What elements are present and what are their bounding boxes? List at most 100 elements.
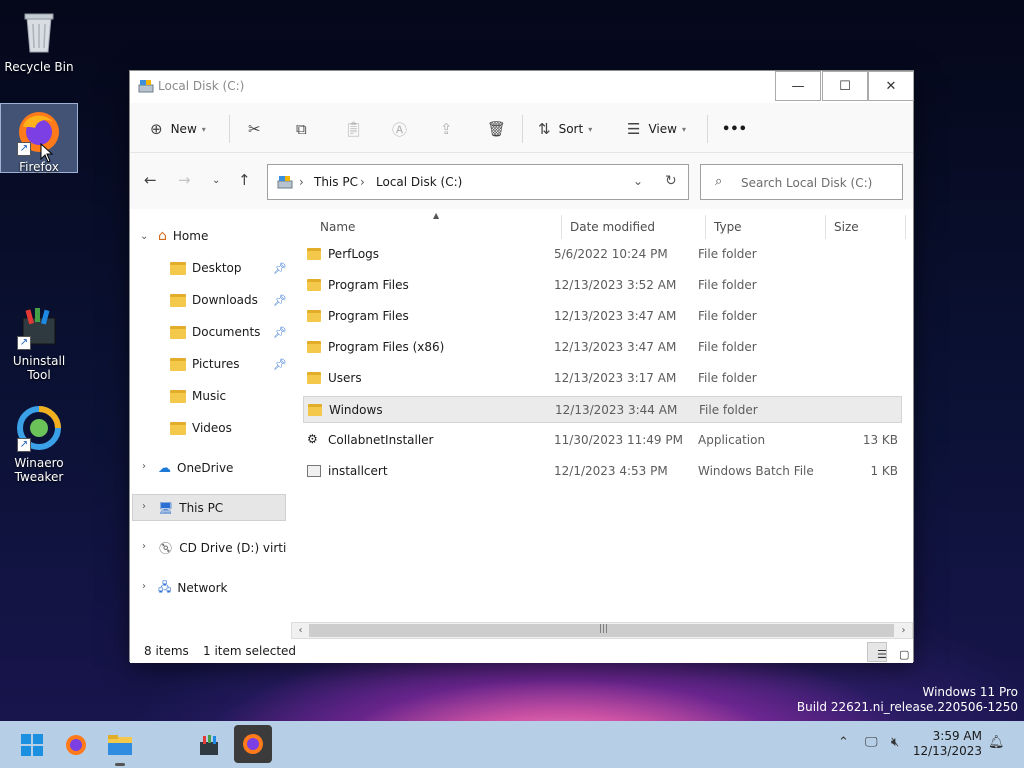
nav-item-network[interactable]: 🖧 Network <box>158 575 228 601</box>
large-icons-view-button[interactable]: ▢ <box>889 642 909 662</box>
nav-item-music[interactable]: Music <box>170 383 226 409</box>
file-name: Program Files <box>328 278 409 292</box>
arrow-right-icon: → <box>178 171 191 189</box>
column-header-size[interactable]: Size <box>826 215 906 239</box>
desktop-icon-firefox[interactable]: ↗ Firefox <box>0 103 78 174</box>
mouse-cursor-icon <box>40 143 54 163</box>
rename-button[interactable]: Ⓐ <box>392 118 407 140</box>
network-icon: 🖧 <box>158 579 172 594</box>
chevron-down-icon[interactable]: ⌄ <box>140 231 148 242</box>
maximize-button[interactable]: ☐ <box>822 71 868 101</box>
scroll-left-icon[interactable]: ‹ <box>292 623 309 638</box>
folder-icon <box>307 279 321 291</box>
forward-button[interactable]: → <box>178 171 191 189</box>
column-header-name[interactable]: Name <box>312 215 562 239</box>
arrow-left-icon: ← <box>144 171 157 189</box>
file-row[interactable]: Program Files 12/13/2023 3:52 AM File fo… <box>303 272 902 299</box>
drive-icon <box>277 176 293 189</box>
start-button[interactable] <box>16 729 48 761</box>
view-button[interactable]: ☰ View ▾ <box>627 118 686 140</box>
nav-item-documents[interactable]: Documents <box>170 319 260 345</box>
chevron-right-icon[interactable]: › <box>142 581 146 592</box>
file-type: File folder <box>698 278 757 292</box>
chevron-right-icon[interactable]: › <box>142 501 146 512</box>
nav-item-label: CD Drive (D:) virtio- <box>179 541 286 555</box>
file-row[interactable]: installcert 12/1/2023 4:53 PM Windows Ba… <box>303 458 902 485</box>
show-hidden-icons-chevron-up-icon[interactable]: ⌃ <box>838 735 849 750</box>
nav-item-downloads[interactable]: Downloads <box>170 287 258 313</box>
file-row[interactable]: Program Files (x86) 12/13/2023 3:47 AM F… <box>303 334 902 361</box>
volume-muted-icon[interactable]: 🔇︎ <box>891 735 899 750</box>
copy-button[interactable]: ⧉ <box>296 118 307 140</box>
file-row[interactable]: Users 12/13/2023 3:17 AM File folder <box>303 365 902 392</box>
taskbar-file-explorer[interactable] <box>104 729 136 761</box>
up-button[interactable]: ↑ <box>238 171 251 189</box>
file-date: 11/30/2023 11:49 PM <box>554 433 683 447</box>
status-bar: 8 items 1 item selected ☰ ▢ <box>130 641 913 663</box>
file-name: Windows <box>329 403 383 417</box>
desktop-icon-recycle-bin[interactable]: Recycle Bin <box>0 4 78 74</box>
title-bar[interactable]: Local Disk (C:) — ☐ ✕ <box>130 71 914 103</box>
scrollbar-thumb[interactable]: ||| <box>309 624 894 637</box>
cut-button[interactable]: ✂ <box>248 118 261 140</box>
taskbar-firefox-active[interactable] <box>234 725 272 763</box>
nav-item-home[interactable]: ⌂ Home <box>158 223 208 249</box>
delete-button[interactable]: 🗑︎ <box>487 118 506 140</box>
watermark-edition: Windows 11 Pro <box>922 685 1018 699</box>
view-button-label: View <box>648 122 677 136</box>
nav-item-videos[interactable]: Videos <box>170 415 232 441</box>
nav-item-onedrive[interactable]: ☁ OneDrive <box>158 455 233 481</box>
nav-item-pictures[interactable]: Pictures <box>170 351 240 377</box>
taskbar-firefox[interactable] <box>60 729 92 761</box>
file-row[interactable]: Program Files 12/13/2023 3:47 AM File fo… <box>303 303 902 330</box>
breadcrumb-local-disk[interactable]: Local Disk (C:) <box>376 175 462 189</box>
recent-locations-button[interactable]: ⌄ <box>212 175 220 186</box>
scroll-right-icon[interactable]: › <box>895 623 912 638</box>
column-header-type[interactable]: Type <box>706 215 826 239</box>
firefox-icon <box>66 735 86 755</box>
column-header-date[interactable]: Date modified <box>562 215 706 239</box>
system-clock[interactable]: 3:59 AM 12/13/2023 <box>913 729 982 759</box>
nav-item-label: Music <box>192 389 227 403</box>
search-input[interactable]: ⌕ Search Local Disk (C:) <box>700 164 903 200</box>
new-button[interactable]: ⊕ New ▾ <box>150 118 206 140</box>
address-dropdown-icon[interactable]: ⌄ <box>633 174 643 188</box>
batch-file-icon <box>307 465 321 477</box>
file-date: 12/13/2023 3:17 AM <box>554 371 677 385</box>
file-row-selected[interactable]: Windows 12/13/2023 3:44 AM File folder <box>303 396 902 423</box>
taskbar-uninstall-tool[interactable] <box>193 729 225 761</box>
desktop-icon-winaero-tweaker[interactable]: ↗ Winaero Tweaker <box>0 400 78 484</box>
back-button[interactable]: ← <box>144 171 157 189</box>
chevron-right-icon[interactable]: › <box>142 541 146 552</box>
details-view-button[interactable]: ☰ <box>867 642 887 662</box>
network-status-icon[interactable]: 🖵︎ <box>865 735 878 750</box>
shortcut-arrow-icon: ↗ <box>17 142 31 156</box>
chevron-right-icon[interactable]: › <box>142 461 146 472</box>
search-placeholder: Search Local Disk (C:) <box>741 176 873 190</box>
breadcrumb-this-pc[interactable]: This PC <box>314 175 358 189</box>
nav-item-desktop[interactable]: Desktop <box>170 255 242 281</box>
notification-icon[interactable]: 🔔︎ <box>988 735 1005 750</box>
music-folder-icon <box>170 389 186 403</box>
taskbar: ⌃ 🖵︎ 🔇︎ 3:59 AM 12/13/2023 🔔︎ <box>0 721 1024 768</box>
file-type: Application <box>698 433 766 447</box>
close-button[interactable]: ✕ <box>868 71 914 101</box>
nav-item-cd-drive[interactable]: 💿︎ CD Drive (D:) virtio- <box>158 535 286 561</box>
winaero-tweaker-icon: ↗ <box>15 404 63 452</box>
paste-button[interactable]: 📋︎ <box>344 118 363 140</box>
uninstall-tool-icon: ↗ <box>15 302 63 350</box>
refresh-icon[interactable]: ↻ <box>665 173 677 189</box>
watermark-build: Build 22621.ni_release.220506-1250 <box>796 700 1018 714</box>
file-row[interactable]: PerfLogs 5/6/2022 10:24 PM File folder <box>303 241 902 268</box>
share-button[interactable]: ⇪ <box>440 118 453 140</box>
separator <box>229 115 230 143</box>
more-options-button[interactable]: ••• <box>722 118 747 140</box>
file-row[interactable]: ⚙ CollabnetInstaller 11/30/2023 11:49 PM… <box>303 427 902 454</box>
uninstall-tool-icon <box>200 735 218 755</box>
horizontal-scrollbar[interactable]: ‹ ||| › <box>291 622 913 639</box>
minimize-button[interactable]: — <box>775 71 821 101</box>
sort-button[interactable]: ⇅ Sort ▾ <box>538 118 592 140</box>
nav-item-this-pc[interactable]: 🖥︎ This PC <box>158 495 223 521</box>
address-bar[interactable]: › This PC › Local Disk (C:) ⌄ ↻ <box>267 164 689 200</box>
desktop-icon-uninstall-tool[interactable]: ↗ Uninstall Tool <box>0 298 78 382</box>
